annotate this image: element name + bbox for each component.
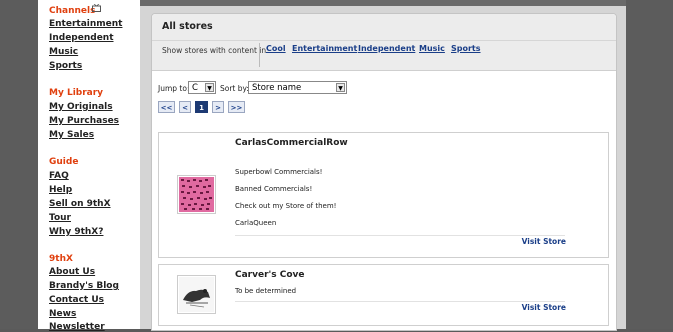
store-description-line: Banned Commercials! xyxy=(235,185,313,193)
sort-select[interactable]: Store name ▼ xyxy=(248,81,347,94)
sort-select-value: Store name xyxy=(252,83,302,93)
sidebar-item-independent[interactable]: Independent xyxy=(49,33,114,43)
left-gutter xyxy=(0,0,38,329)
filter-cool[interactable]: Cool xyxy=(266,44,286,53)
sidebar-item-sports[interactable]: Sports xyxy=(49,61,82,71)
sort-label: Sort by: xyxy=(220,84,249,93)
sidebar-item-my-sales[interactable]: My Sales xyxy=(49,130,94,140)
store-divider xyxy=(235,301,565,302)
store-thumbnail-image xyxy=(179,277,214,312)
store-divider xyxy=(235,235,565,236)
visit-store-link[interactable]: Visit Store xyxy=(522,303,566,312)
sidebar-item-why[interactable]: Why 9thX? xyxy=(49,227,103,237)
sidebar-item-entertainment[interactable]: Entertainment xyxy=(49,19,122,29)
jump-label: Jump to: xyxy=(158,84,190,93)
sidebar-item-about-us[interactable]: About Us xyxy=(49,267,95,277)
store-description-line: To be determined xyxy=(235,287,297,295)
jump-select-value: C xyxy=(192,83,198,93)
store-name[interactable]: Carver's Cove xyxy=(235,270,305,280)
sidebar-item-help[interactable]: Help xyxy=(49,185,72,195)
sidebar-item-news[interactable]: News xyxy=(49,309,76,319)
pager-last-button[interactable]: >> xyxy=(228,101,245,113)
chevron-down-icon: ▼ xyxy=(205,83,214,92)
store-description-line: Check out my Store of them! xyxy=(235,202,337,210)
store-name[interactable]: CarlasCommercialRow xyxy=(235,138,348,148)
sidebar: Channels Entertainment Independent Music… xyxy=(38,0,140,332)
chevron-down-icon: ▼ xyxy=(336,83,345,92)
top-bar xyxy=(140,0,626,6)
sidebar-item-sell[interactable]: Sell on 9thX xyxy=(49,199,111,209)
filter-bar: Show stores with content in: Cool Entert… xyxy=(152,41,616,71)
sidebar-item-my-originals[interactable]: My Originals xyxy=(49,102,113,112)
pager-prev-button[interactable]: < xyxy=(179,101,191,113)
filter-independent[interactable]: Independent xyxy=(358,44,415,53)
sidebar-title-9thx: 9thX xyxy=(49,254,73,264)
store-thumbnail[interactable] xyxy=(177,175,216,214)
sidebar-item-blog[interactable]: Brandy's Blog xyxy=(49,281,119,291)
sidebar-title-guide: Guide xyxy=(49,157,79,167)
store-card: CarlasCommercialRow Superbowl Commercial… xyxy=(158,132,609,258)
filter-sports[interactable]: Sports xyxy=(451,44,481,53)
panel-title: All stores xyxy=(152,14,616,41)
sidebar-item-newsletter[interactable]: Newsletter xyxy=(49,322,105,332)
sidebar-title-library: My Library xyxy=(49,88,104,98)
pager-page-1[interactable]: 1 xyxy=(195,101,208,113)
filter-divider xyxy=(259,43,260,67)
tv-icon xyxy=(92,4,101,12)
jump-select[interactable]: C ▼ xyxy=(188,81,216,94)
store-thumbnail[interactable] xyxy=(177,275,216,314)
sidebar-item-contact-us[interactable]: Contact Us xyxy=(49,295,104,305)
store-description-line: Superbowl Commercials! xyxy=(235,168,323,176)
sidebar-item-tour[interactable]: Tour xyxy=(49,213,71,223)
sidebar-item-my-purchases[interactable]: My Purchases xyxy=(49,116,119,126)
sidebar-item-music[interactable]: Music xyxy=(49,47,78,57)
filter-entertainment[interactable]: Entertainment xyxy=(292,44,357,53)
sidebar-title-channels: Channels xyxy=(49,6,96,16)
store-thumbnail-image xyxy=(179,177,214,212)
pager-next-button[interactable]: > xyxy=(212,101,224,113)
sidebar-item-faq[interactable]: FAQ xyxy=(49,171,69,181)
store-owner: CarlaQueen xyxy=(235,219,277,227)
filter-label: Show stores with content in: xyxy=(162,46,269,55)
visit-store-link[interactable]: Visit Store xyxy=(522,237,566,246)
filter-music[interactable]: Music xyxy=(419,44,445,53)
right-gutter xyxy=(626,0,673,329)
pager-first-button[interactable]: << xyxy=(158,101,175,113)
store-card: Carver's Cove To be determined Visit Sto… xyxy=(158,264,609,326)
